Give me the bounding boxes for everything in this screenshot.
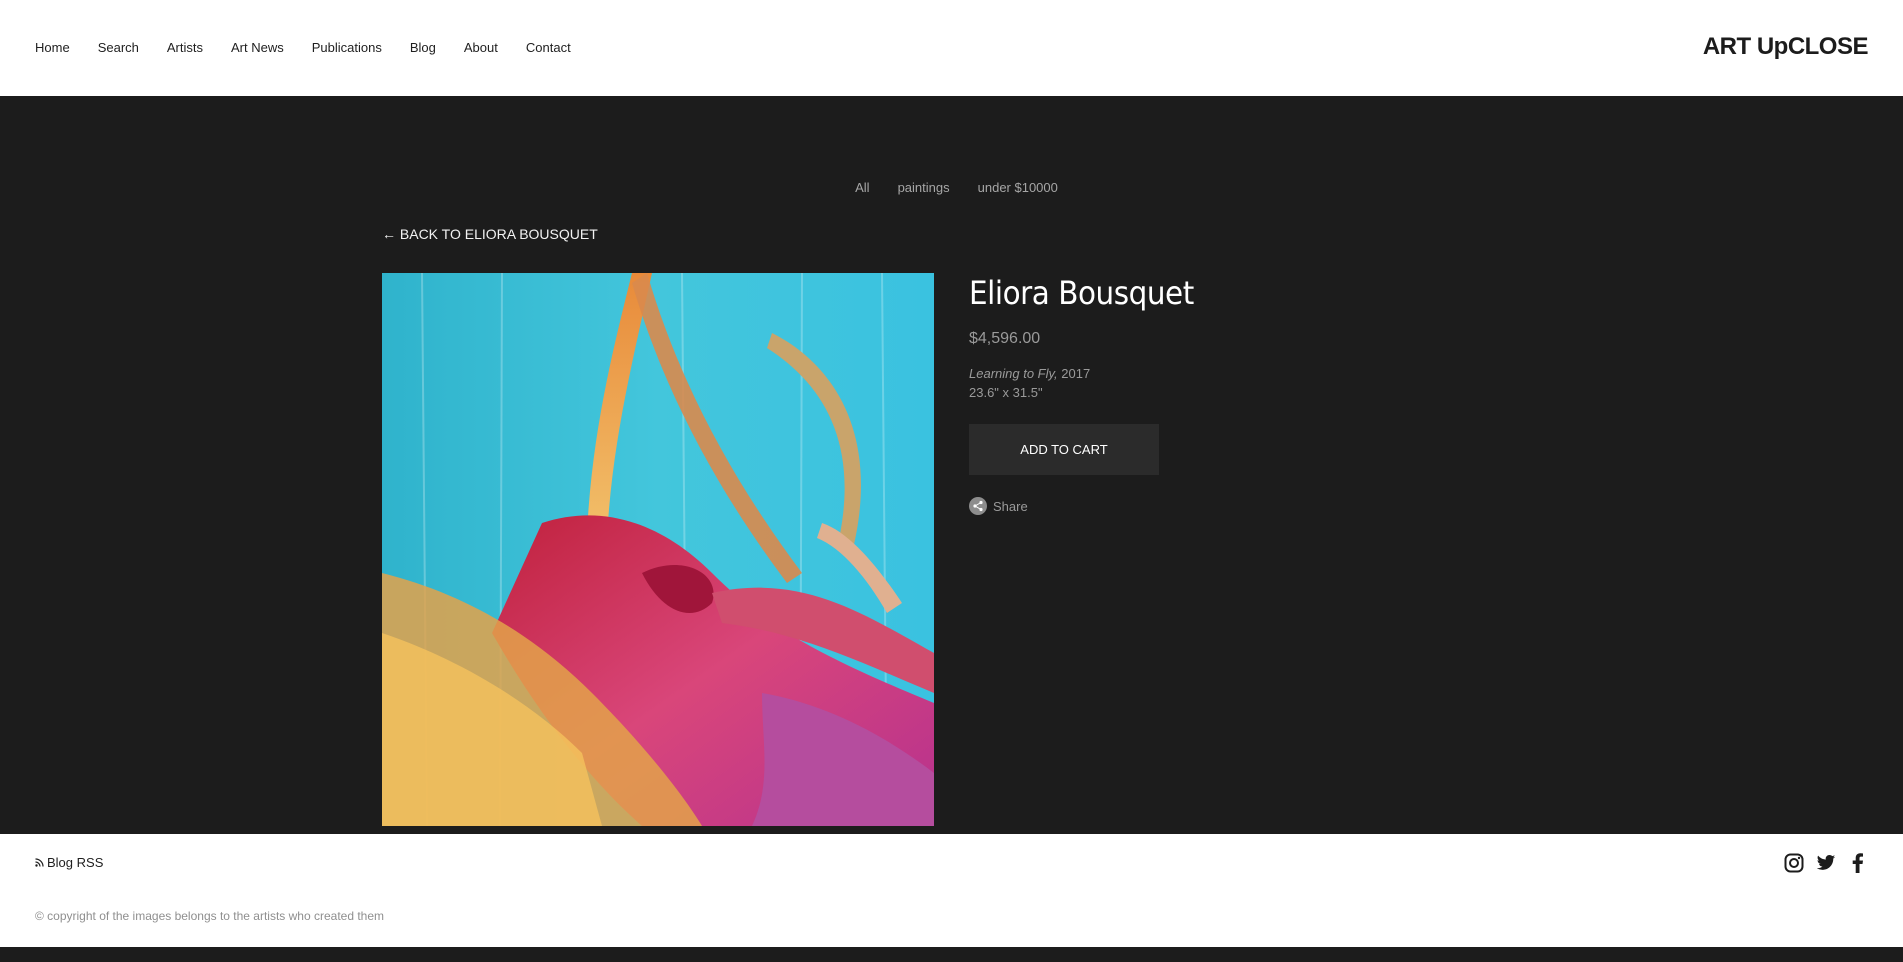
bottom-bar [0,947,1903,962]
site-logo[interactable]: ART UpCLOSE [1703,33,1869,61]
artwork-meta: Learning to Fly, 2017 23.6" x 31.5" [969,364,1369,402]
category-filters: All paintings under $10000 [0,180,1903,195]
artwork-price: $4,596.00 [969,330,1041,347]
artwork-dimensions: 23.6" x 31.5" [969,385,1043,400]
site-footer: Blog RSS © copyright of the images belon… [0,834,1903,947]
instagram-icon[interactable] [1784,853,1804,873]
nav-blog[interactable]: Blog [410,40,436,55]
blog-rss-link[interactable]: Blog RSS [35,855,103,870]
rss-label: Blog RSS [47,855,104,870]
nav-publications[interactable]: Publications [312,40,382,55]
main-nav: Home Search Artists Art News Publication… [35,40,599,55]
copyright-text: © copyright of the images belongs to the… [35,909,385,923]
add-to-cart-button[interactable]: ADD TO CART [969,424,1159,475]
share-button[interactable]: Share [969,497,1369,515]
site-header: Home Search Artists Art News Publication… [0,0,1903,96]
artwork-image[interactable] [382,273,934,826]
abstract-painting [382,273,934,826]
nav-contact[interactable]: Contact [526,40,571,55]
nav-artists[interactable]: Artists [167,40,203,55]
artwork-info: Eliora Bousquet $4,596.00 Learning to Fl… [969,274,1369,515]
filter-under-10000[interactable]: under $10000 [978,180,1058,195]
main-content: All paintings under $10000 ← BACK TO ELI… [0,96,1903,834]
filter-paintings[interactable]: paintings [898,180,950,195]
artwork-title: Learning to Fly, [969,366,1058,381]
nav-about[interactable]: About [464,40,498,55]
share-icon [969,497,987,515]
filter-all[interactable]: All [855,180,869,195]
rss-icon [35,855,44,870]
share-label: Share [993,498,1028,514]
nav-home[interactable]: Home [35,40,70,55]
facebook-icon[interactable] [1848,853,1868,873]
artwork-year: 2017 [1061,366,1091,381]
social-links [1784,853,1868,873]
twitter-icon[interactable] [1816,853,1836,873]
artist-name: Eliora Bousquet [969,274,1194,312]
back-to-artist-link[interactable]: ← BACK TO ELIORA BOUSQUET [382,226,598,242]
nav-art-news[interactable]: Art News [231,40,284,55]
nav-search[interactable]: Search [98,40,139,55]
